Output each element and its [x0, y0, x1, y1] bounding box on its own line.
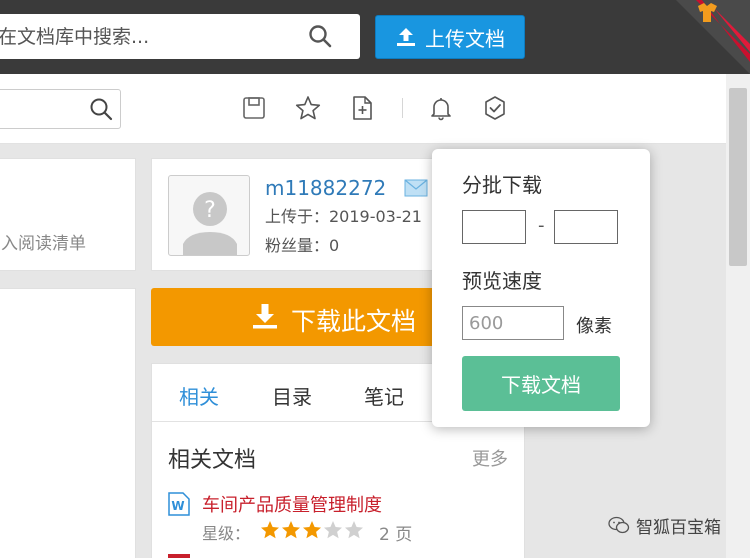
batch-download-title: 分批下载 — [462, 173, 542, 197]
star-rating — [260, 520, 364, 540]
related-documents-heading: 相关文档 — [168, 448, 257, 473]
download-icon — [253, 304, 277, 329]
watermark: 智狐百宝箱 — [608, 512, 721, 538]
download-document-button[interactable]: 下载此文档 — [151, 288, 451, 346]
download-button-label: 下载此文档 — [291, 307, 417, 336]
upload-document-button[interactable]: 上传文档 — [375, 15, 525, 59]
top-search-box[interactable] — [0, 14, 360, 59]
tab-table-of-contents[interactable]: 目录 — [272, 381, 312, 410]
document-search-box[interactable] — [0, 89, 121, 129]
preview-speed-input[interactable] — [462, 306, 564, 340]
mail-icon[interactable] — [404, 179, 428, 197]
watermark-text: 智狐百宝箱 — [636, 517, 721, 538]
star-icon[interactable] — [294, 94, 322, 122]
speed-unit-label: 像素 — [576, 316, 612, 337]
document-toolbar — [0, 74, 726, 144]
svg-text:W: W — [171, 499, 184, 513]
related-document-title[interactable]: 车间产品质量管理制度 — [202, 491, 382, 517]
star-empty-icon — [324, 521, 342, 539]
left-info-panel: 入阅读清单 — [0, 158, 136, 271]
batch-download-popover: 分批下载 - 预览速度 像素 下载文档 — [432, 149, 650, 427]
batch-download-button[interactable]: 下载文档 — [462, 356, 620, 411]
tshirt-corner-badge-icon[interactable] — [676, 0, 750, 74]
tab-related[interactable]: 相关 — [179, 381, 219, 410]
fans-count: 粉丝量：0 — [265, 236, 340, 255]
left-content-panel — [0, 288, 136, 558]
star-filled-icon — [261, 521, 279, 539]
scrollbar-thumb[interactable] — [729, 88, 747, 266]
range-separator: - — [538, 215, 545, 236]
shield-check-icon[interactable] — [481, 94, 509, 122]
svg-text:?: ? — [204, 198, 216, 223]
word-document-icon: W — [168, 492, 190, 516]
page-count: 2 页 — [379, 525, 413, 545]
add-to-reading-list-link[interactable]: 入阅读清单 — [1, 229, 86, 254]
page-to-input[interactable] — [554, 210, 618, 244]
top-header-bar: 上传文档 — [0, 0, 750, 74]
uploader-card: ? m11882272 上传于：2019-03-21 粉丝量：0 — [151, 158, 451, 271]
star-empty-icon — [345, 521, 363, 539]
star-filled-icon — [303, 521, 321, 539]
search-icon[interactable] — [89, 97, 113, 121]
toolbar-divider — [402, 98, 403, 118]
tab-notes[interactable]: 笔记 — [364, 381, 404, 410]
wechat-icon — [608, 516, 630, 534]
more-link[interactable]: 更多 — [472, 445, 508, 471]
bell-icon[interactable] — [427, 94, 455, 122]
top-search-input[interactable] — [0, 14, 298, 59]
search-icon[interactable] — [308, 24, 332, 48]
document-icon — [168, 554, 190, 558]
star-filled-icon — [282, 521, 300, 539]
upload-button-label: 上传文档 — [425, 26, 505, 51]
preview-speed-title: 预览速度 — [462, 269, 542, 293]
upload-icon — [397, 28, 415, 46]
uploader-name[interactable]: m11882272 — [265, 176, 386, 200]
default-avatar-icon: ? — [183, 192, 237, 255]
page-from-input[interactable] — [462, 210, 526, 244]
avatar[interactable]: ? — [168, 175, 250, 256]
add-file-icon[interactable] — [348, 94, 376, 122]
upload-date: 上传于：2019-03-21 — [265, 207, 422, 226]
rating-label: 星级： — [202, 524, 251, 543]
save-icon[interactable] — [240, 94, 268, 122]
